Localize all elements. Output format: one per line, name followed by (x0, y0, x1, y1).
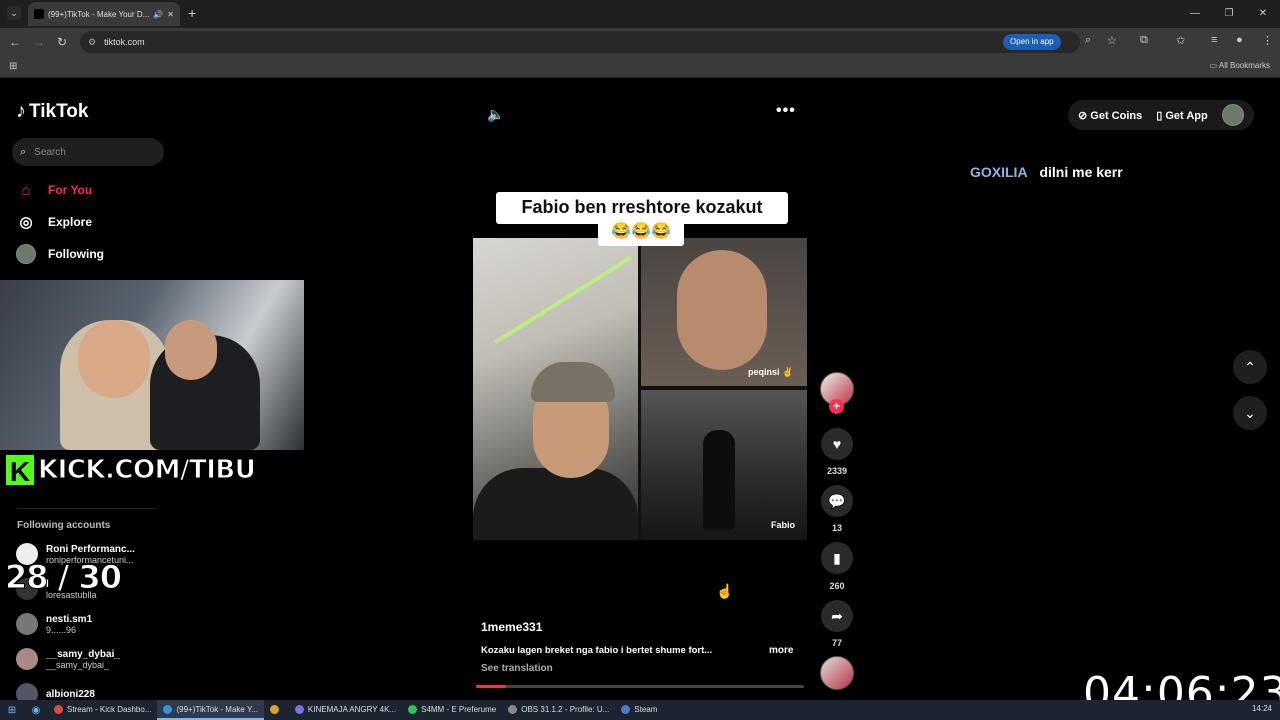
avatar (16, 613, 38, 635)
video-player[interactable]: peqinsi ✌ Fabio (473, 238, 807, 540)
comment-count: 13 (831, 523, 842, 533)
video-progress-bar[interactable] (476, 685, 804, 688)
save-button[interactable]: ▮ (821, 542, 853, 574)
webcam-overlay (0, 280, 304, 450)
apps-icon[interactable]: ⊞ (9, 61, 17, 72)
search-input[interactable] (34, 146, 145, 158)
url-text: tiktok.com (104, 37, 145, 47)
close-window-icon[interactable]: ✕ (1246, 0, 1280, 28)
comment-user: GOXILIA (970, 164, 1028, 180)
star-icon[interactable]: ☆ (1107, 34, 1117, 47)
kick-logo-icon: K (4, 453, 36, 487)
bookmarks-bar: ⊞ ▭ All Bookmarks (0, 56, 1280, 78)
address-bar[interactable]: ⚙ tiktok.com (80, 31, 1080, 53)
sidebar-divider (17, 508, 157, 509)
edge-icon[interactable]: ◉ (24, 705, 48, 716)
like-button[interactable]: ♥ (821, 428, 853, 460)
follow-plus-button[interactable]: + (829, 399, 844, 414)
stream-counter: 28 / 30 (4, 558, 122, 597)
heart-icon: ♥ (832, 436, 842, 452)
share-count: 77 (831, 638, 842, 648)
following-account[interactable]: __samy_dybai_ __samy_dybai_ (16, 648, 120, 670)
taskbar-item[interactable]: S4MM - E Preferume (402, 700, 502, 720)
sound-avatar[interactable] (820, 656, 854, 690)
video-label-peqinsi: peqinsi ✌ (748, 367, 794, 377)
taskbar-item[interactable]: Stream - Kick Dashbo... (48, 700, 157, 720)
more-button[interactable]: more (769, 645, 793, 656)
chevron-down-icon: ⌄ (1244, 405, 1256, 421)
more-options-icon[interactable]: ••• (776, 102, 796, 120)
video-caption-emoji: 😂😂😂 (598, 218, 684, 246)
minimize-icon[interactable]: — (1178, 0, 1212, 28)
search-box[interactable]: ⌕ (12, 138, 164, 166)
menu-icon[interactable]: ⋮ (1262, 34, 1273, 47)
taskbar-item[interactable]: (99+)TikTok - Make Y... (157, 700, 264, 720)
windows-start-icon[interactable]: ⊞ (0, 705, 24, 716)
comment-text: dilni me kerr (1039, 164, 1123, 180)
search-icon: ⌕ (20, 145, 27, 158)
bookmark-icon: ▮ (833, 549, 841, 566)
taskbar-item[interactable] (264, 700, 289, 720)
home-icon: ⌂ (21, 181, 31, 199)
open-in-app-button[interactable]: Open in app (1003, 34, 1061, 50)
comment-icon: 💬 (828, 492, 846, 509)
compass-icon: ◎ (19, 214, 33, 231)
taskbar-item[interactable]: Steam (615, 700, 663, 720)
tab-search-icon[interactable]: ⌄ (7, 6, 21, 20)
forward-icon[interactable]: → (33, 35, 45, 49)
phone-icon: ▯ (1156, 109, 1163, 122)
tiktok-note-icon: ♪ (16, 100, 26, 122)
profile-avatar[interactable] (1221, 104, 1244, 126)
comment-button[interactable]: 💬 (821, 485, 853, 517)
windows-taskbar: ⊞ ◉ Stream - Kick Dashbo... (99+)TikTok … (0, 700, 1280, 720)
zoom-icon[interactable]: ⌕ (1085, 34, 1091, 47)
save-count: 260 (829, 581, 845, 591)
taskbar-clock[interactable]: 14:24 (1252, 704, 1272, 713)
get-coins-button[interactable]: ⊘ Get Coins (1078, 109, 1142, 122)
previous-video-button[interactable]: ⌃ (1233, 350, 1267, 384)
get-app-button[interactable]: ▯ Get App (1156, 109, 1208, 122)
video-description: Kozaku lagen breket nga fabio i bertet s… (481, 645, 713, 656)
coin-icon: ⊘ (1078, 109, 1088, 122)
volume-icon[interactable]: 🔈 (487, 106, 504, 123)
following-accounts-header: Following accounts (17, 520, 111, 531)
taskbar-item[interactable]: OBS 31.1.2 - Profile: U... (502, 700, 615, 720)
media-icon[interactable]: ≡ (1211, 34, 1217, 46)
tiktok-logo[interactable]: ♪ TikTok (16, 100, 88, 123)
chevron-up-icon: ⌃ (1244, 359, 1256, 375)
share-icon: ➦ (831, 607, 843, 624)
avatar (16, 648, 38, 670)
following-account[interactable]: nesti.sm1 9......96 (16, 613, 92, 635)
top-right-actions: ⊘ Get Coins ▯ Get App (1068, 100, 1254, 130)
tab-tiktok[interactable]: (99+)TikTok - Make Your D... 🔊 ✕ (28, 2, 180, 26)
following-avatar (16, 244, 36, 264)
kick-banner: K KICK.COM/TIBU (4, 453, 256, 487)
see-translation-link[interactable]: See translation (481, 663, 553, 674)
back-icon[interactable]: ← (9, 35, 21, 49)
restore-icon[interactable]: ❐ (1212, 0, 1246, 28)
next-video-button[interactable]: ⌄ (1233, 396, 1267, 430)
nav-following[interactable]: Following (16, 244, 104, 264)
all-bookmarks[interactable]: ▭ All Bookmarks (1210, 61, 1270, 70)
video-label-fabio: Fabio (771, 520, 795, 530)
new-tab-icon[interactable]: + (188, 5, 196, 21)
close-tab-icon[interactable]: ✕ (167, 10, 174, 19)
nav-explore[interactable]: ◎ Explore (16, 212, 92, 232)
reload-icon[interactable]: ↻ (57, 35, 67, 49)
site-info-icon[interactable]: ⚙ (88, 37, 96, 48)
share-button[interactable]: ➦ (821, 600, 853, 632)
browser-tabbar: ⌄ (99+)TikTok - Make Your D... 🔊 ✕ + — ❐… (0, 0, 1280, 28)
like-count: 2339 (826, 466, 848, 476)
taskbar-item[interactable]: KINEMAJA ANGRY 4K... (289, 700, 402, 720)
mouse-cursor-icon: ☝ (716, 583, 734, 599)
favorites-icon[interactable]: ✩ (1176, 34, 1185, 47)
video-author[interactable]: 1meme331 (481, 620, 542, 634)
speaker-icon[interactable]: 🔊 (153, 10, 163, 19)
live-comment: GOXILIA dilni me kerr (970, 164, 1123, 180)
extensions-icon[interactable]: ⧉ (1140, 34, 1148, 47)
nav-for-you[interactable]: ⌂ For You (16, 180, 92, 200)
tab-title: (99+)TikTok - Make Your D... (48, 9, 150, 19)
tiktok-favicon-icon (34, 9, 44, 19)
profile-icon[interactable]: ● (1236, 34, 1243, 46)
